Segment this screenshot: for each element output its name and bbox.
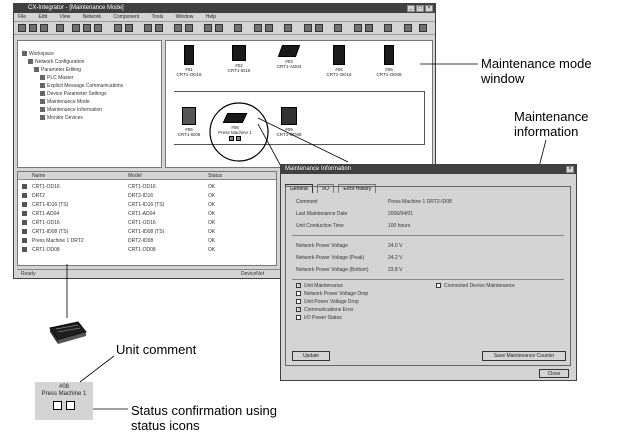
- zoomed-status-icons: [35, 401, 93, 413]
- callout-status-confirmation: Status confirmation using status icons: [131, 403, 277, 433]
- checkbox-label: Communications Error: [304, 307, 354, 313]
- unit-comment-leader: [79, 355, 115, 383]
- terminal-unit-icon: [49, 321, 87, 344]
- field-label-voltage-peak: Network Power Voltage (Peak): [296, 255, 365, 261]
- highlight-circle: [209, 102, 269, 162]
- close-dialog-button[interactable]: Close: [539, 369, 569, 378]
- checkbox-label: Network Power Voltage Drop: [304, 291, 369, 297]
- checkbox-unchecked[interactable]: [296, 299, 301, 305]
- dialog-title-bar: Maintenance Information ×: [281, 165, 576, 174]
- field-label-conduction-time: Unit Conduction Time: [296, 223, 344, 229]
- callout-unit-comment: Unit comment: [116, 342, 197, 357]
- status-checkbox[interactable]: ✓ Unit Maintenance: [296, 283, 343, 289]
- unit-address: #08: [58, 384, 69, 390]
- field-value-voltage: 24.0 V: [388, 243, 403, 249]
- dialog-title: Maintenance Information: [285, 166, 352, 172]
- checkbox-unchecked[interactable]: [296, 291, 301, 297]
- leader-line: [257, 117, 349, 163]
- unit-comment-text: Press Machine 1: [41, 391, 87, 397]
- checkbox-label: Unit Power Voltage Drop: [304, 299, 359, 305]
- status-icon[interactable]: [52, 401, 62, 410]
- status-icon[interactable]: [66, 401, 76, 410]
- maintenance-info-dialog: Maintenance Information × General I/O Er…: [280, 164, 577, 381]
- save-counter-button[interactable]: Save Maintenance Counter: [482, 351, 566, 361]
- checkbox-checked[interactable]: ✓: [296, 283, 301, 289]
- update-button[interactable]: Update: [292, 351, 330, 361]
- field-value-voltage-bottom: 23.8 V: [388, 267, 403, 273]
- callout-maintenance-mode: Maintenance mode window: [481, 56, 592, 86]
- field-value-maintenance-date[interactable]: 2006/04/01: [388, 211, 413, 217]
- status-checkbox[interactable]: I/O Power Status: [296, 315, 342, 321]
- dialog-close-button[interactable]: ×: [566, 166, 574, 173]
- dialog-tabs: General I/O Error History: [285, 177, 377, 193]
- status-checkbox[interactable]: Network Power Voltage Drop: [296, 291, 368, 297]
- checkbox-label: Unit Maintenance: [304, 283, 343, 289]
- divider: [292, 279, 564, 280]
- callout-maintenance-info: Maintenance information: [514, 109, 589, 139]
- dialog-panel: Comment Press Machine 1 DRT2-ID08 Last M…: [285, 186, 571, 366]
- status-checkbox[interactable]: Unit Power Voltage Drop: [296, 299, 359, 305]
- zoomed-unit-label: #08 Press Machine 1: [35, 382, 93, 420]
- checkbox-unchecked[interactable]: [296, 315, 301, 321]
- field-label-comment: Comment: [296, 199, 318, 205]
- field-label-voltage-bottom: Network Power Voltage (Bottom): [296, 267, 369, 273]
- checkbox-checked[interactable]: ✓: [296, 307, 301, 313]
- divider: [292, 235, 564, 236]
- zoomed-unit-icon: [44, 320, 88, 344]
- checkbox-label: I/O Power Status: [304, 315, 342, 321]
- status-checkbox[interactable]: ✓ Communications Error: [296, 307, 354, 313]
- field-value-comment[interactable]: Press Machine 1 DRT2-ID08: [388, 199, 452, 205]
- checkbox-box[interactable]: [436, 283, 441, 289]
- checkbox-connected-device[interactable]: Connected Device Maintenance: [436, 283, 515, 289]
- field-value-conduction-time: 100 hours: [388, 223, 411, 229]
- field-value-voltage-peak: 24.2 V: [388, 255, 403, 261]
- field-label-voltage: Network Power Voltage: [296, 243, 348, 249]
- field-label-maintenance-date: Last Maintenance Date: [296, 211, 348, 217]
